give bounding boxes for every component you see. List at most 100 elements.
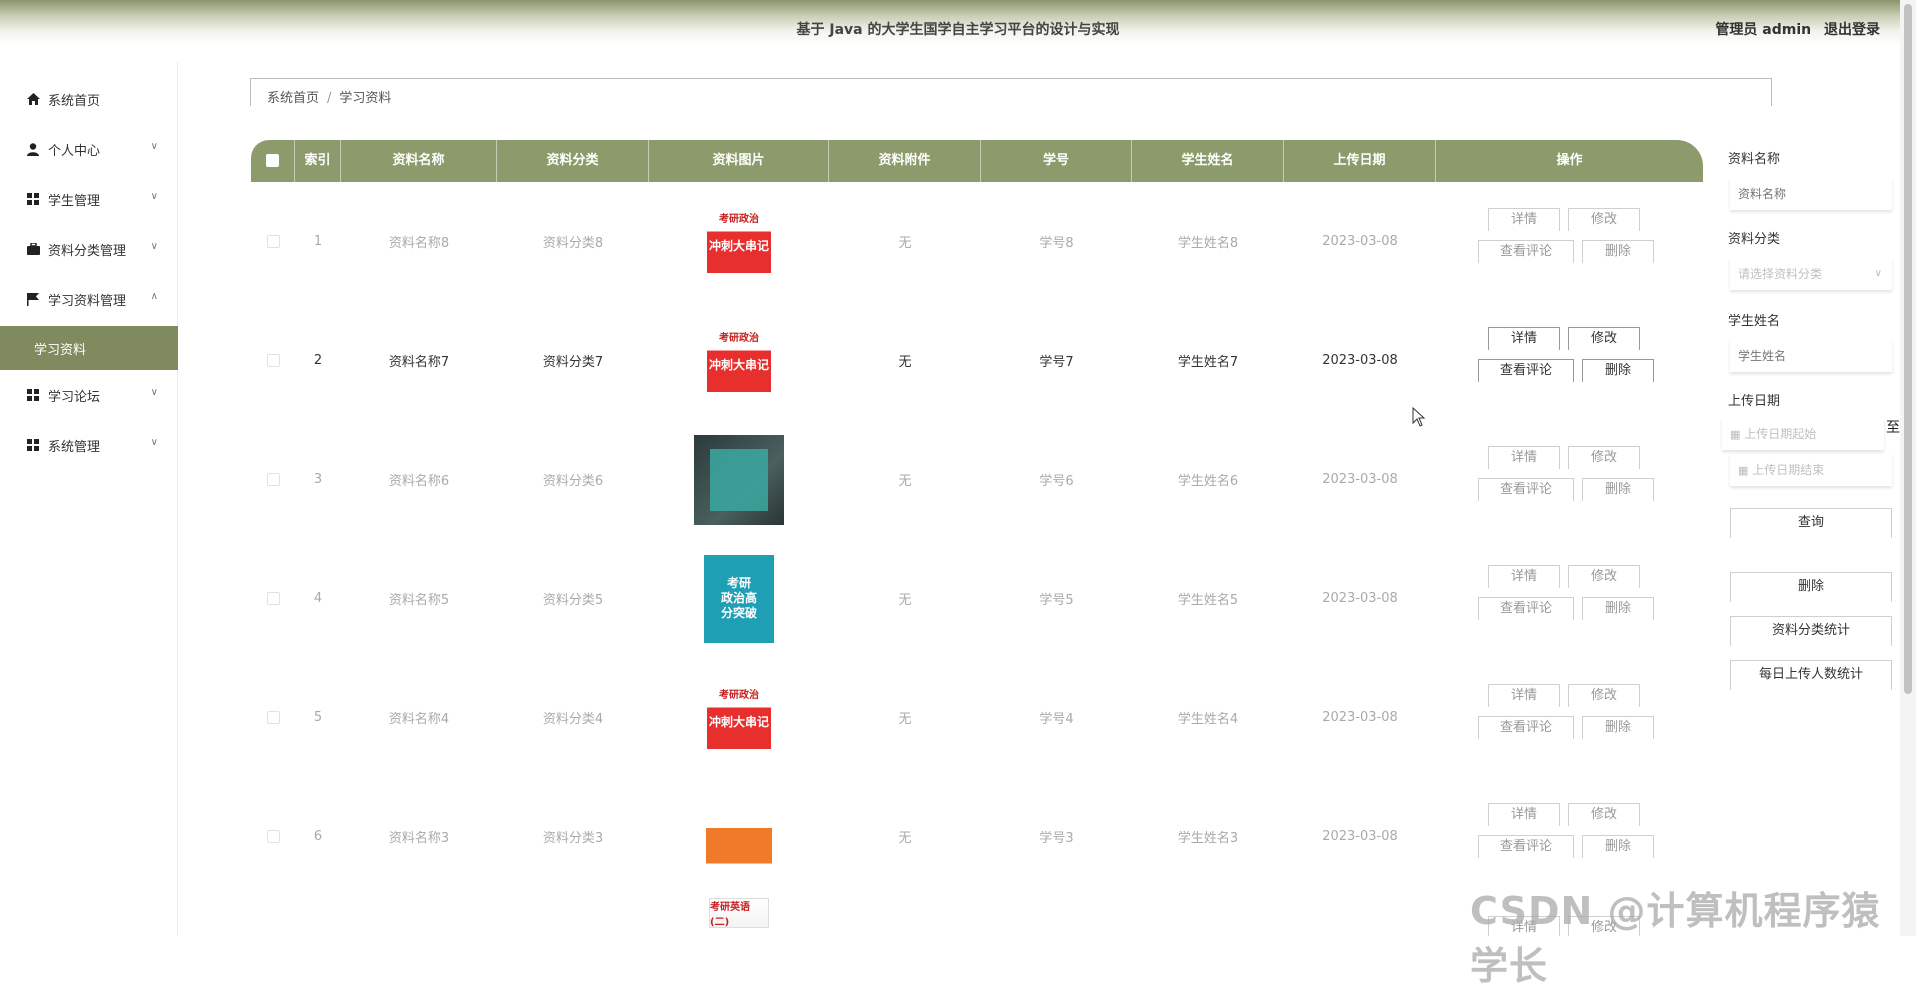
student-no-cell: 学号3 bbox=[1039, 831, 1074, 846]
batch-delete-button[interactable]: 删除 bbox=[1730, 572, 1892, 602]
category-cell: 资料分类4 bbox=[542, 712, 604, 727]
row-actions: 详情 修改 查看评论 删除 bbox=[1436, 803, 1704, 867]
delete-button[interactable]: 删除 bbox=[1582, 835, 1654, 858]
book-cover-image[interactable]: 考研英语(二) bbox=[709, 898, 769, 928]
row-checkbox-cell bbox=[251, 301, 295, 420]
attachment-cell: 无 bbox=[898, 355, 912, 370]
date-cell: 2023-03-08 bbox=[1322, 353, 1398, 368]
sidebar-item-system[interactable]: 系统管理 ∨ bbox=[0, 422, 178, 468]
sidebar-item-label: 学习论坛 bbox=[48, 389, 101, 405]
sidebar-item-category-management[interactable]: 资料分类管理 ∨ bbox=[0, 226, 178, 272]
delete-button[interactable]: 删除 bbox=[1582, 597, 1654, 620]
daily-upload-stats-button[interactable]: 每日上传人数统计 bbox=[1730, 660, 1892, 690]
student-no-cell: 学号6 bbox=[1039, 474, 1074, 489]
view-comments-button[interactable]: 查看评论 bbox=[1478, 240, 1574, 263]
image-cell: 考研政治 冲刺大串记 bbox=[649, 182, 829, 301]
query-button[interactable]: 查询 bbox=[1730, 508, 1892, 538]
grid-icon bbox=[26, 438, 40, 452]
column-header: 资料附件 bbox=[829, 140, 981, 182]
delete-button[interactable]: 删除 bbox=[1582, 716, 1654, 739]
delete-button[interactable]: 删除 bbox=[1582, 359, 1654, 382]
view-comments-button[interactable]: 查看评论 bbox=[1478, 597, 1574, 620]
student-filter-input[interactable] bbox=[1730, 340, 1892, 372]
page-scrollbar[interactable] bbox=[1900, 0, 1916, 936]
student-name-cell: 学生姓名7 bbox=[1177, 355, 1239, 370]
grid-icon bbox=[26, 192, 40, 206]
image-cell: 考研 政治高分突破 bbox=[649, 539, 829, 658]
row-checkbox[interactable] bbox=[266, 711, 280, 724]
row-checkbox[interactable] bbox=[266, 592, 280, 605]
name-cell: 资料名称7 bbox=[388, 355, 450, 370]
sidebar-item-home[interactable]: 系统首页 bbox=[0, 76, 178, 122]
row-checkbox[interactable] bbox=[266, 473, 280, 486]
view-comments-button[interactable]: 查看评论 bbox=[1478, 478, 1574, 501]
name-filter-input[interactable] bbox=[1730, 178, 1892, 210]
row-actions: 详情 修改 查看评论 删除 bbox=[1436, 565, 1704, 629]
edit-button[interactable]: 修改 bbox=[1568, 803, 1640, 826]
category-stats-button[interactable]: 资料分类统计 bbox=[1730, 616, 1892, 646]
cover-text: 考研政治 bbox=[719, 213, 759, 225]
edit-button[interactable]: 修改 bbox=[1568, 684, 1640, 707]
edit-button[interactable]: 修改 bbox=[1568, 327, 1640, 350]
detail-button[interactable]: 详情 bbox=[1488, 327, 1560, 350]
name-cell: 资料名称3 bbox=[388, 831, 450, 846]
sidebar-item-students[interactable]: 学生管理 ∨ bbox=[0, 176, 178, 222]
table-row: 6 资料名称3 资料分类3 无 学号3 学生姓名3 2023-03-08 详情 … bbox=[251, 777, 1703, 896]
column-header: 学号 bbox=[981, 140, 1132, 182]
detail-button[interactable]: 详情 bbox=[1488, 684, 1560, 707]
chevron-down-icon: ∨ bbox=[150, 191, 158, 202]
category-filter-select[interactable]: 请选择资料分类 ∨ bbox=[1730, 258, 1892, 290]
edit-button[interactable]: 修改 bbox=[1568, 208, 1640, 231]
grid-icon bbox=[26, 388, 40, 402]
view-comments-button[interactable]: 查看评论 bbox=[1478, 359, 1574, 382]
flag-icon bbox=[26, 292, 40, 306]
view-comments-button[interactable]: 查看评论 bbox=[1478, 716, 1574, 739]
detail-button[interactable]: 详情 bbox=[1488, 446, 1560, 469]
book-cover-image[interactable]: 考研政治 冲刺大串记 bbox=[707, 197, 771, 286]
sidebar-item-label: 个人中心 bbox=[48, 143, 101, 159]
book-cover-image[interactable]: 考研政治 冲刺大串记 bbox=[707, 673, 771, 762]
date-start-input[interactable]: ▦ 上传日期起始 bbox=[1722, 418, 1884, 450]
category-cell: 资料分类5 bbox=[542, 593, 604, 608]
watermark: CSDN @计算机程序猿学长 bbox=[1470, 889, 1881, 988]
sidebar-item-forum[interactable]: 学习论坛 ∨ bbox=[0, 372, 178, 418]
sidebar-item-material-management[interactable]: 学习资料管理 ∧ bbox=[0, 276, 178, 322]
date-end-input[interactable]: ▦ 上传日期结束 bbox=[1730, 454, 1892, 486]
attachment-cell: 无 bbox=[898, 236, 912, 251]
row-checkbox-cell bbox=[251, 539, 295, 658]
cover-title: 冲刺大串记 bbox=[708, 357, 769, 372]
book-cover-image[interactable]: 考研 政治高分突破 bbox=[704, 554, 774, 643]
scrollbar-thumb[interactable] bbox=[1904, 4, 1912, 694]
book-cover-image[interactable] bbox=[706, 792, 772, 881]
book-cover-image[interactable]: 考研政治 冲刺大串记 bbox=[707, 316, 771, 405]
column-header: 学生姓名 bbox=[1132, 140, 1284, 182]
detail-button[interactable]: 详情 bbox=[1488, 208, 1560, 231]
select-all-checkbox[interactable] bbox=[266, 154, 279, 167]
mouse-cursor-icon bbox=[1412, 407, 1426, 427]
row-checkbox-cell bbox=[251, 420, 295, 539]
sidebar-item-study-materials[interactable]: 学习资料 bbox=[0, 326, 178, 370]
delete-button[interactable]: 删除 bbox=[1582, 478, 1654, 501]
actions-cell: 详情 修改 查看评论 删除 bbox=[1436, 777, 1703, 896]
row-checkbox-cell bbox=[251, 658, 295, 777]
row-checkbox[interactable] bbox=[266, 830, 280, 843]
view-comments-button[interactable]: 查看评论 bbox=[1478, 835, 1574, 858]
edit-button[interactable]: 修改 bbox=[1568, 565, 1640, 588]
calendar-icon: ▦ bbox=[1738, 464, 1749, 477]
actions-cell: 详情 修改 查看评论 删除 bbox=[1436, 658, 1703, 777]
sidebar-item-profile[interactable]: 个人中心 ∨ bbox=[0, 126, 178, 172]
detail-button[interactable]: 详情 bbox=[1488, 565, 1560, 588]
detail-button[interactable]: 详情 bbox=[1488, 803, 1560, 826]
delete-button[interactable]: 删除 bbox=[1582, 240, 1654, 263]
index-cell: 5 bbox=[313, 710, 323, 725]
row-actions: 详情 修改 查看评论 删除 bbox=[1436, 684, 1704, 748]
book-photo-image[interactable] bbox=[694, 434, 784, 525]
breadcrumb-home[interactable]: 系统首页 bbox=[267, 91, 319, 106]
column-header: 操作 bbox=[1556, 153, 1583, 168]
row-checkbox[interactable] bbox=[266, 235, 280, 248]
edit-button[interactable]: 修改 bbox=[1568, 446, 1640, 469]
student-no-cell: 学号4 bbox=[1039, 712, 1074, 727]
row-checkbox[interactable] bbox=[266, 354, 280, 367]
column-header: 索引 bbox=[295, 140, 341, 182]
logout-link[interactable]: 退出登录 bbox=[1824, 22, 1880, 38]
